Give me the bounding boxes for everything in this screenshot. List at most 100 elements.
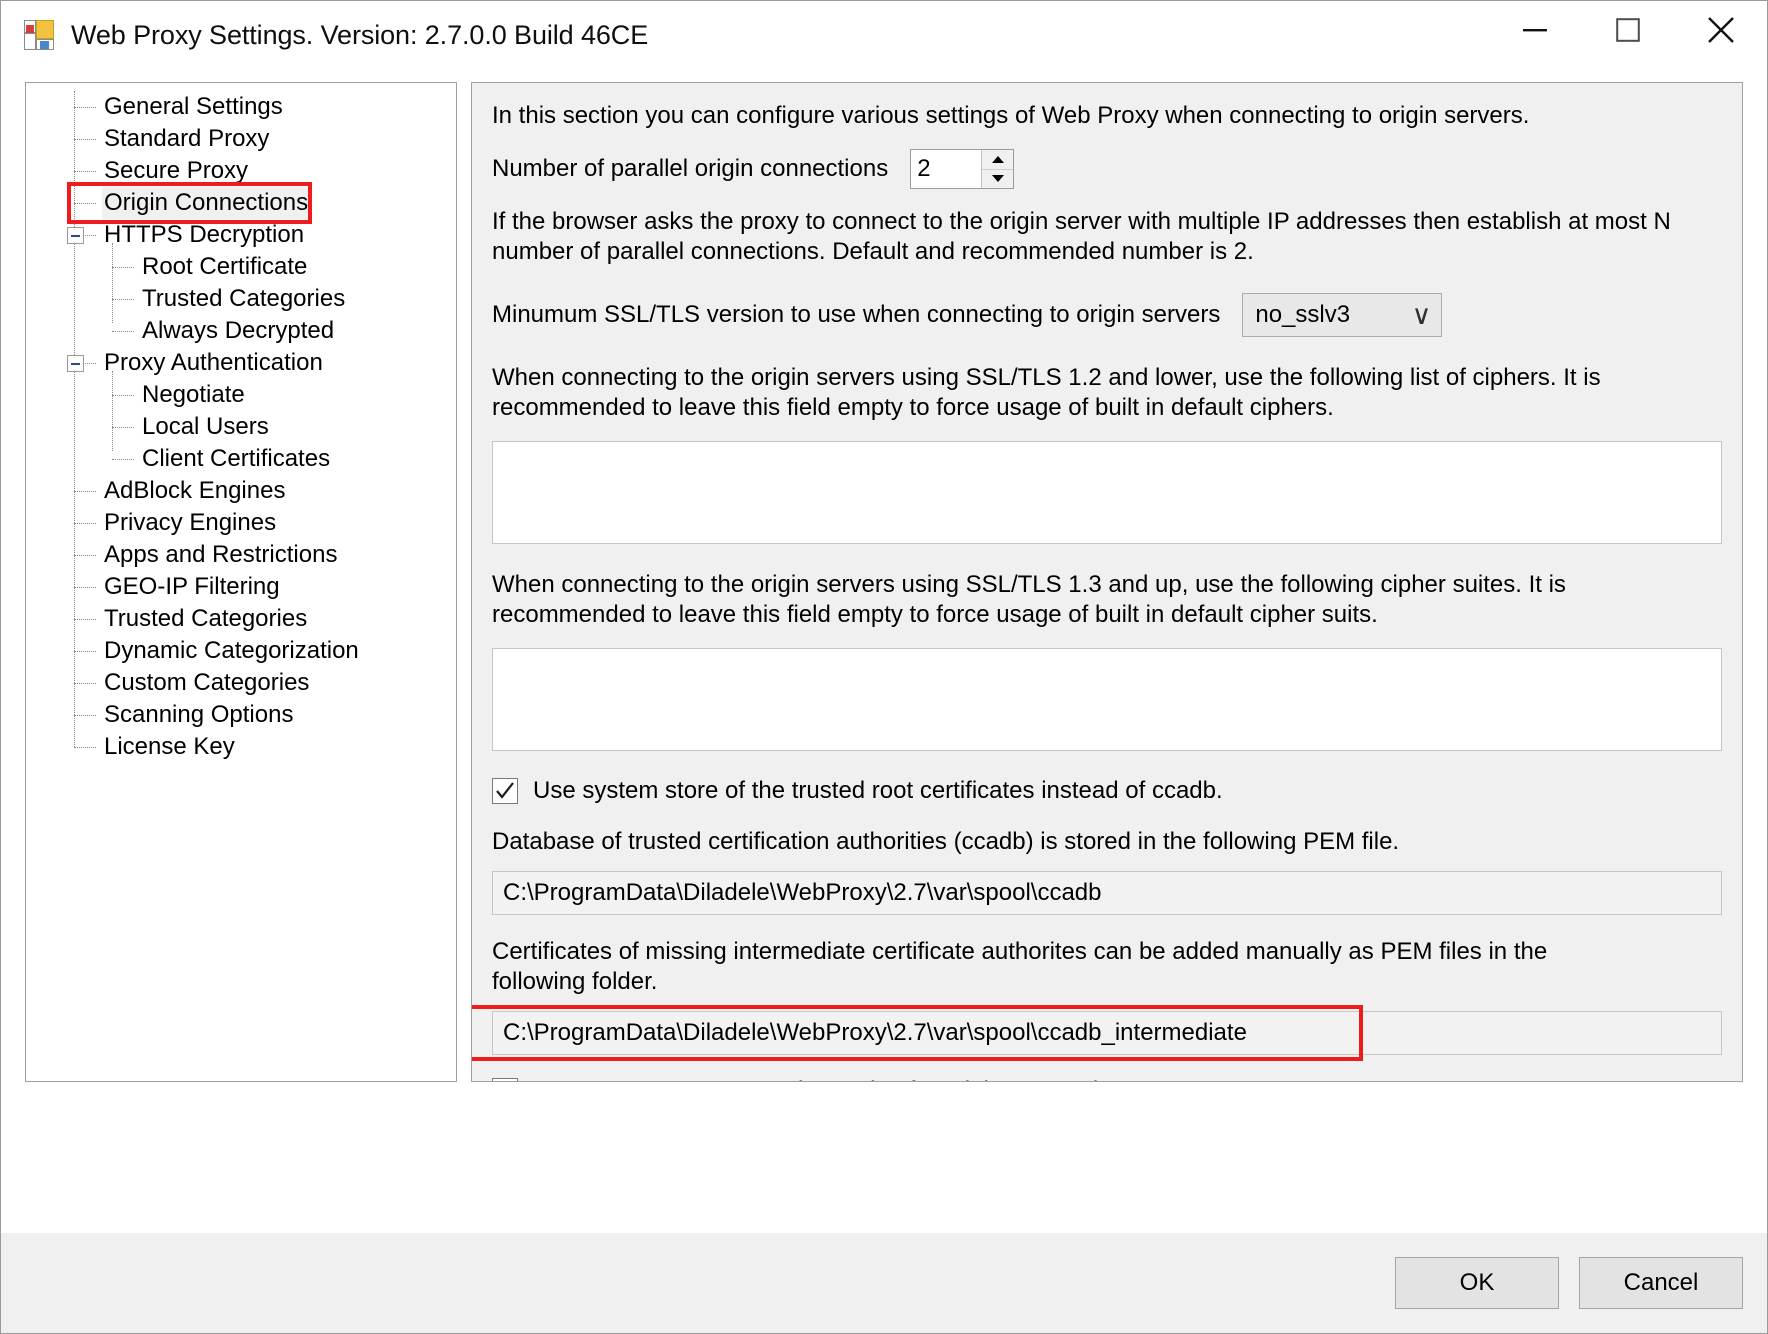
tree-connector-stub [112, 267, 134, 268]
parallel-help-line-2: number of parallel connections. Default … [492, 238, 1254, 265]
sidebar-item-root-certificate[interactable]: Root Certificate [26, 251, 456, 283]
sidebar-item-secure-proxy[interactable]: Secure Proxy [26, 155, 456, 187]
keepalive-row[interactable]: Set SO_KEEPALIVE socket option for origi… [492, 1077, 1722, 1081]
sidebar-item-custom-categories[interactable]: Custom Categories [26, 667, 456, 699]
ok-button[interactable]: OK [1395, 1257, 1559, 1309]
sidebar-item-label: Trusted Categories [104, 605, 308, 632]
sidebar-item-label: Proxy Authentication [104, 349, 323, 376]
use-system-store-label: Use system store of the trusted root cer… [533, 777, 1223, 804]
dialog-footer: OK Cancel [1, 1233, 1767, 1333]
suites-help-line-2: recommended to leave this field empty to… [492, 601, 1378, 628]
sidebar-item-origin-connections[interactable]: Origin Connections [26, 187, 456, 219]
sidebar-item-privacy-engines[interactable]: Privacy Engines [26, 507, 456, 539]
sidebar-item-local-users[interactable]: Local Users [26, 411, 456, 443]
tree-connector-stub [74, 587, 96, 588]
keepalive-checkbox[interactable] [492, 1078, 518, 1081]
tree-connector-stub [112, 395, 134, 396]
sidebar-item-geo-ip-filtering[interactable]: GEO-IP Filtering [26, 571, 456, 603]
cancel-button[interactable]: Cancel [1579, 1257, 1743, 1309]
sidebar-item-label: Local Users [142, 413, 269, 440]
tree-connector-stub [74, 747, 96, 748]
sidebar-item-label: License Key [104, 733, 235, 760]
ccadb-intermediate-path-input[interactable]: C:\ProgramData\Diladele\WebProxy\2.7\var… [492, 1011, 1722, 1055]
suites-help-line-1: When connecting to the origin servers us… [492, 571, 1566, 598]
tree-connector-stub [74, 523, 96, 524]
tree-connector-stub [74, 491, 96, 492]
origin-connections-panel: In this section you can configure variou… [471, 82, 1743, 1082]
main-content: General Settings Standard Proxy Secure Pro… [1, 70, 1767, 1233]
sidebar-item-label: Always Decrypted [142, 317, 335, 344]
sidebar-item-label: Origin Connections [102, 187, 311, 219]
tree-connector-stub [74, 171, 96, 172]
parallel-connections-value[interactable]: 2 [911, 150, 981, 188]
collapse-minus-icon[interactable] [67, 227, 84, 244]
sidebar-item-label: Custom Categories [104, 669, 310, 696]
sidebar-item-dynamic-categorization[interactable]: Dynamic Categorization [26, 635, 456, 667]
sidebar-item-label: Client Certificates [142, 445, 331, 472]
keepalive-label: Set SO_KEEPALIVE socket option for origi… [533, 1077, 1137, 1081]
sidebar-item-negotiate[interactable]: Negotiate [26, 379, 456, 411]
close-icon[interactable] [1674, 1, 1767, 59]
sidebar-item-label: Negotiate [142, 381, 245, 408]
sidebar-item-always-decrypted[interactable]: Always Decrypted [26, 315, 456, 347]
tree-connector-stub [112, 459, 134, 460]
min-tls-label: Minumum SSL/TLS version to use when conn… [492, 301, 1221, 328]
sidebar-item-standard-proxy[interactable]: Standard Proxy [26, 123, 456, 155]
sidebar-item-label: AdBlock Engines [104, 477, 286, 504]
tree-connector-stub [74, 715, 96, 716]
title-bar: Web Proxy Settings. Version: 2.7.0.0 Bui… [1, 1, 1767, 70]
sidebar-item-general-settings[interactable]: General Settings [26, 91, 456, 123]
minimize-icon[interactable] [1488, 1, 1581, 59]
stepper-down-icon[interactable] [982, 170, 1013, 189]
settings-window: Web Proxy Settings. Version: 2.7.0.0 Bui… [0, 0, 1768, 1334]
min-tls-select[interactable]: no_sslv3 ∨ [1242, 293, 1443, 337]
use-system-store-row[interactable]: Use system store of the trusted root cer… [492, 777, 1722, 805]
ccadb-path-input[interactable]: C:\ProgramData\Diladele\WebProxy\2.7\var… [492, 871, 1722, 915]
sidebar-item-client-certificates[interactable]: Client Certificates [26, 443, 456, 475]
sidebar-item-label: General Settings [104, 93, 283, 120]
intermediate-help-line-2: following folder. [492, 968, 658, 995]
tree-connector-stub [74, 683, 96, 684]
tree-connector-stub [112, 299, 134, 300]
sidebar-item-proxy-authentication[interactable]: Proxy Authentication [26, 347, 456, 379]
sidebar-item-label: Standard Proxy [104, 125, 270, 152]
sidebar-item-label: Scanning Options [104, 701, 294, 728]
sidebar-item-trusted-categories[interactable]: Trusted Categories [26, 283, 456, 315]
settings-tree[interactable]: General Settings Standard Proxy Secure Pro… [26, 83, 456, 763]
stepper-up-icon[interactable] [982, 150, 1014, 170]
collapse-minus-icon[interactable] [67, 355, 84, 372]
parallel-help-line-1: If the browser asks the proxy to connect… [492, 208, 1671, 235]
sidebar-item-label: Secure Proxy [104, 157, 249, 184]
sidebar-item-scanning-options[interactable]: Scanning Options [26, 699, 456, 731]
sidebar-item-license-key[interactable]: License Key [26, 731, 456, 763]
sidebar-item-trusted-categories[interactable]: Trusted Categories [26, 603, 456, 635]
sidebar-item-https-decryption[interactable]: HTTPS Decryption [26, 219, 456, 251]
ciphers-help-line-2: recommended to leave this field empty to… [492, 394, 1334, 421]
intro-text: In this section you can configure variou… [492, 102, 1530, 129]
sidebar-item-label: Privacy Engines [104, 509, 277, 536]
min-tls-value: no_sslv3 [1255, 301, 1351, 328]
maximize-icon[interactable] [1581, 1, 1674, 59]
sidebar-item-label: GEO-IP Filtering [104, 573, 280, 600]
tree-connector-stub [74, 139, 96, 140]
sidebar-item-adblock-engines[interactable]: AdBlock Engines [26, 475, 456, 507]
parallel-connections-label: Number of parallel origin connections [492, 155, 889, 182]
tree-connector-stub [74, 203, 96, 204]
tree-connector-stub [112, 331, 134, 332]
parallel-connections-stepper[interactable]: 2 [910, 149, 1015, 189]
cipher-suites-textarea[interactable] [492, 648, 1722, 751]
sidebar-item-apps-and-restrictions[interactable]: Apps and Restrictions [26, 539, 456, 571]
tree-connector-stub [74, 107, 96, 108]
ccadb-help-text: Database of trusted certification author… [492, 828, 1400, 855]
settings-tree-panel[interactable]: General Settings Standard Proxy Secure Pro… [25, 82, 457, 1082]
ciphers-textarea[interactable] [492, 441, 1722, 544]
stepper-arrows[interactable] [981, 150, 1014, 189]
intermediate-help-line-1: Certificates of missing intermediate cer… [492, 938, 1548, 965]
window-controls [1488, 1, 1767, 59]
sidebar-item-label: Apps and Restrictions [104, 541, 338, 568]
use-system-store-checkbox[interactable] [492, 778, 518, 804]
sidebar-item-label: Root Certificate [142, 253, 308, 280]
sidebar-item-label: Trusted Categories [142, 285, 346, 312]
min-tls-row: Minumum SSL/TLS version to use when conn… [492, 293, 1722, 337]
app-icon [24, 20, 54, 50]
